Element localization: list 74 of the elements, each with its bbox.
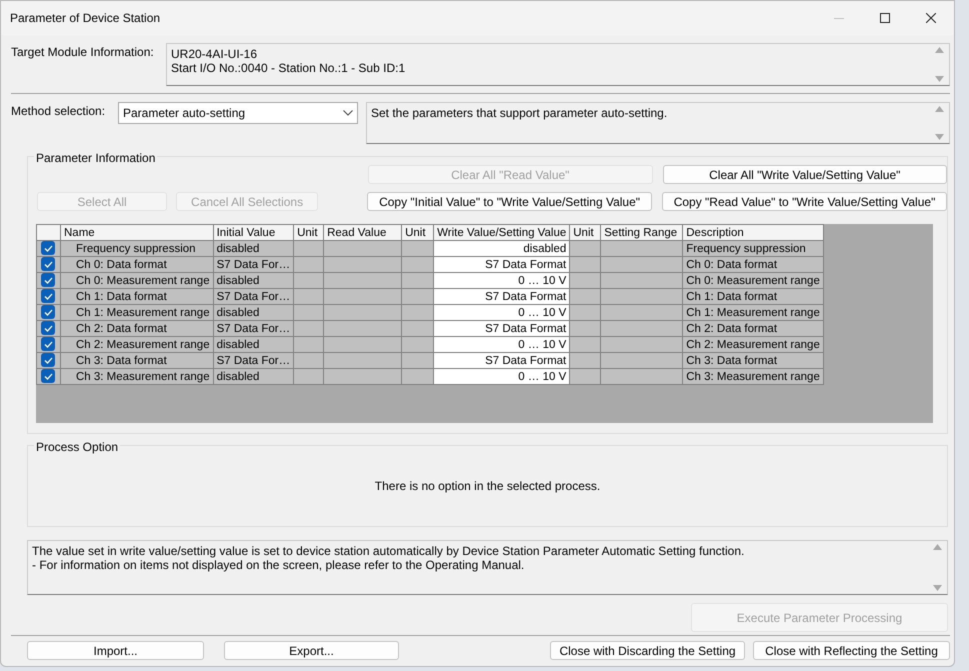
table-cell: Ch 2: Measurement range <box>682 336 824 352</box>
copy-read-value-button[interactable]: Copy "Read Value" to "Write Value/Setting Value" <box>662 192 948 211</box>
message-text: - For information on items not displayed on the screen, please refer to the Operating Manual. <box>32 558 526 572</box>
export-button[interactable]: Export... <box>224 641 399 660</box>
table-cell: Ch 2: Data format <box>682 320 824 336</box>
table-cell: Ch 3: Data format <box>60 352 214 368</box>
method-dropdown[interactable]: Parameter auto-setting <box>118 102 358 124</box>
target-module-text: UR20-4AI-UI-16 <box>171 47 258 61</box>
maximize-icon[interactable] <box>880 13 890 23</box>
copy-initial-value-button[interactable]: Copy "Initial Value" to "Write Value/Setting Value" <box>367 192 652 211</box>
table-cell: Ch 1: Measurement range <box>682 304 824 320</box>
table-cell: S7 Data Format <box>434 288 570 304</box>
clear-write-value-button[interactable]: Clear All "Write Value/Setting Value" <box>662 165 947 184</box>
close-discarding-button[interactable]: Close with Discarding the Setting <box>550 641 745 660</box>
column-header[interactable]: Unit <box>402 224 434 240</box>
process-option-message: There is no option in the selected process. <box>374 478 600 495</box>
row-checkbox[interactable] <box>41 290 55 304</box>
row-checkbox[interactable] <box>41 274 55 288</box>
table-cell: disabled <box>213 304 294 320</box>
table-cell: Ch 2: Measurement range <box>60 336 214 352</box>
column-header[interactable]: Write Value/Setting Value <box>434 224 570 240</box>
table-cell: Ch 1: Data format <box>60 288 214 304</box>
target-module-text: Start I/O No.:0040 - Station No.:1 - Sub ID:1 <box>171 61 406 75</box>
table-cell: disabled <box>213 240 294 256</box>
table-cell: Ch 0: Measurement range <box>682 272 824 288</box>
close-reflecting-button[interactable]: Close with Reflecting the Setting <box>753 641 950 660</box>
table-cell: S7 Data For… <box>213 288 294 304</box>
column-header[interactable]: Initial Value <box>213 224 294 240</box>
table-cell: Ch 3: Measurement range <box>682 368 824 384</box>
table-cell: Ch 3: Data format <box>682 352 824 368</box>
row-checkbox[interactable] <box>41 258 55 272</box>
table-cell: disabled <box>213 336 294 352</box>
table-cell: S7 Data Format <box>434 256 570 272</box>
column-header[interactable]: Unit <box>294 224 324 240</box>
table-cell: 0 … 10 V <box>434 304 570 320</box>
row-checkbox[interactable] <box>41 370 55 384</box>
table-cell: S7 Data For… <box>213 256 294 272</box>
table-cell: Ch 0: Data format <box>682 256 824 272</box>
column-header[interactable]: Read Value <box>324 224 402 240</box>
window-title: Parameter of Device Station <box>10 10 162 27</box>
row-checkbox[interactable] <box>41 338 55 352</box>
target-module-label: Target Module Information: <box>11 44 155 61</box>
column-header[interactable]: Unit <box>570 224 601 240</box>
table-cell: 0 … 10 V <box>434 368 570 384</box>
table-cell: S7 Data Format <box>434 352 570 368</box>
table-cell: Ch 2: Data format <box>60 320 214 336</box>
table-cell: S7 Data For… <box>213 320 294 336</box>
table-cell: S7 Data Format <box>434 320 570 336</box>
row-checkbox[interactable] <box>41 242 55 256</box>
table-cell: S7 Data For… <box>213 352 294 368</box>
column-header[interactable]: Setting Range <box>600 224 683 240</box>
table-cell: 0 … 10 V <box>434 272 570 288</box>
chevron-down-icon[interactable] <box>343 110 353 116</box>
table-cell: Ch 1: Measurement range <box>60 304 214 320</box>
row-checkbox[interactable] <box>41 354 55 368</box>
method-description: Set the parameters that support parameter auto-setting. <box>371 106 668 120</box>
row-checkbox[interactable] <box>41 322 55 336</box>
table-cell: disabled <box>213 368 294 384</box>
table-cell: Ch 3: Measurement range <box>60 368 214 384</box>
method-label: Method selection: <box>11 103 106 120</box>
table-cell: disabled <box>213 272 294 288</box>
table-cell: Ch 1: Data format <box>682 288 824 304</box>
message-text: The value set in write value/setting value is set to device station automatically by Device Station Parameter Automatic Setting function. <box>32 544 746 558</box>
row-checkbox[interactable] <box>41 306 55 320</box>
table-cell: 0 … 10 V <box>434 336 570 352</box>
close-icon[interactable] <box>926 13 936 23</box>
column-header[interactable]: Name <box>60 224 214 240</box>
import-button[interactable]: Import... <box>27 641 204 660</box>
column-header[interactable]: Description <box>682 224 824 240</box>
table-cell: Frequency suppression <box>60 240 214 256</box>
table-cell: Ch 0: Data format <box>60 256 214 272</box>
table-cell: disabled <box>434 240 570 256</box>
table-cell: Frequency suppression <box>682 240 824 256</box>
table-cell: Ch 0: Measurement range <box>60 272 214 288</box>
